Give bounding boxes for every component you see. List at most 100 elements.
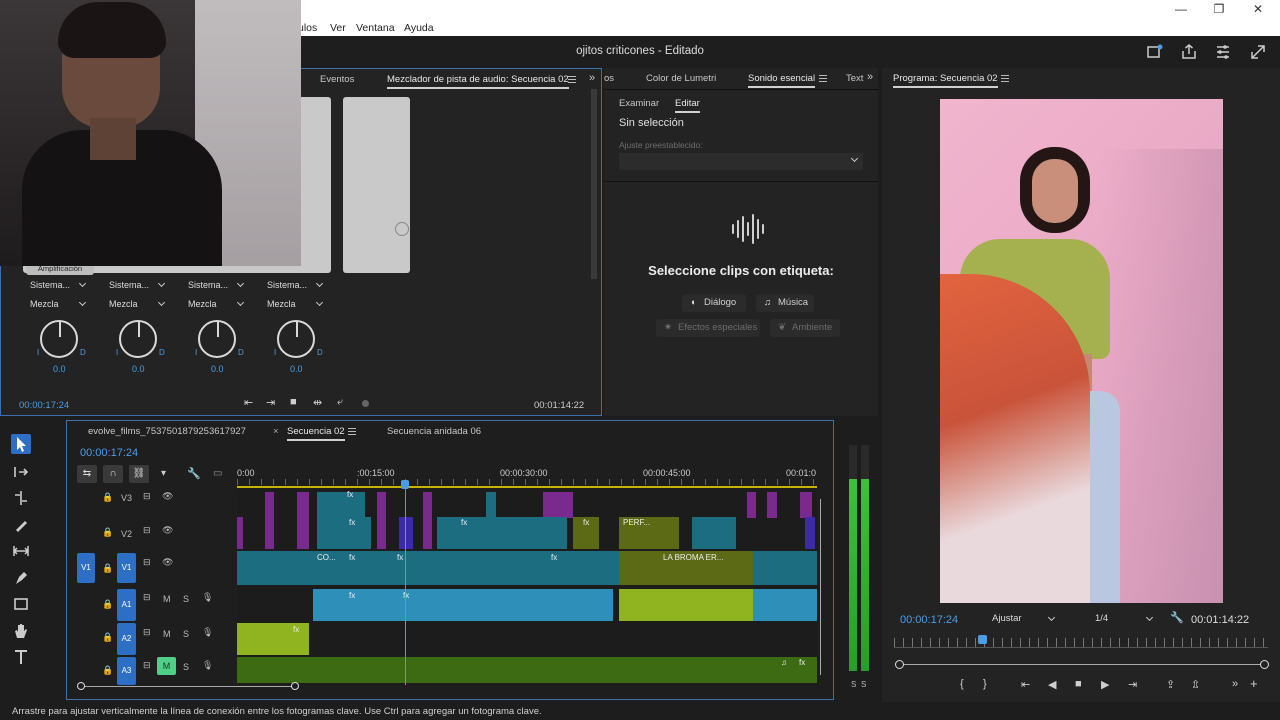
mark-out-button[interactable]: } (983, 678, 987, 690)
dialogue-button[interactable]: ◖ Diálogo (682, 294, 746, 312)
captions-icon[interactable]: ▭ (213, 468, 222, 479)
clip-v3[interactable] (297, 492, 309, 518)
track-select-tool-icon[interactable] (11, 462, 31, 482)
tab-lumetri-color[interactable]: Color de Lumetri (646, 73, 716, 84)
panel-menu-icon[interactable] (568, 76, 576, 83)
timeline-settings-icon[interactable]: 🔧 (187, 467, 201, 480)
mixer-master-fader[interactable] (343, 97, 410, 273)
mark-in-button[interactable]: { (960, 678, 964, 690)
track-name-a1[interactable]: A1 (117, 589, 136, 621)
timeline-playhead-line[interactable] (405, 489, 406, 685)
mute-button-active[interactable]: M (157, 657, 176, 675)
menu-item-window[interactable]: Ventana (356, 22, 395, 34)
share-export-icon[interactable] (1180, 43, 1198, 61)
tab-sequence-evolve[interactable]: evolve_films_7537501879253617927 (88, 426, 246, 437)
record-icon[interactable] (362, 400, 369, 407)
clip-v1[interactable]: CO... fx fx fx LA BROMA ER... (237, 551, 817, 585)
vertical-scrollbar[interactable] (820, 499, 821, 675)
music-button[interactable]: ♫ Música (756, 294, 814, 312)
mute-button[interactable]: M (163, 594, 171, 604)
program-playhead[interactable] (978, 635, 987, 644)
solo-button[interactable]: S (183, 662, 189, 672)
routing-dropdown-2[interactable]: Sistema... (104, 278, 170, 292)
go-to-in-icon[interactable]: ⇤ (244, 396, 253, 409)
panel-overflow-icon[interactable]: » (867, 71, 873, 83)
hand-tool-icon[interactable] (11, 621, 31, 641)
sync-lock-icon[interactable]: ⊟ (143, 525, 151, 536)
pan-value-2[interactable]: 0.0 (132, 364, 145, 374)
sync-lock-icon[interactable]: ⊟ (143, 627, 151, 638)
program-timecode-current[interactable]: 00:00:17:24 (900, 614, 958, 626)
tab-edit[interactable]: Editar (675, 98, 700, 113)
preset-dropdown[interactable] (619, 153, 863, 170)
step-back-icon[interactable]: ◀ (1048, 678, 1056, 691)
pan-value-4[interactable]: 0.0 (290, 364, 303, 374)
pan-value-3[interactable]: 0.0 (211, 364, 224, 374)
clip-v2-perf[interactable]: PERF... (619, 517, 679, 549)
mode-dropdown-3[interactable]: Mezcla (183, 297, 249, 311)
go-to-in-icon[interactable]: ⇤ (1021, 678, 1030, 691)
tab-events[interactable]: Eventos (320, 74, 354, 85)
ripple-edit-tool-icon[interactable] (11, 488, 31, 508)
clip-v2[interactable] (237, 517, 243, 549)
eye-icon[interactable]: 👁 (162, 525, 173, 536)
record-voiceover-icon[interactable]: 🎙 (202, 627, 213, 638)
tab-sequence-02[interactable]: Secuencia 02 (287, 426, 345, 441)
clip-v3[interactable] (265, 492, 274, 518)
clip-v3[interactable] (747, 492, 756, 518)
pan-value-1[interactable]: 0.0 (53, 364, 66, 374)
extract-icon[interactable]: ⇫ (1191, 678, 1200, 691)
clip-a3-music[interactable]: ♫ fx (237, 657, 817, 683)
fit-dropdown[interactable]: Ajustar (987, 612, 1060, 626)
menu-item-view[interactable]: Ver (330, 22, 346, 34)
wrench-icon[interactable]: 🔧 (1170, 611, 1184, 624)
solo-button[interactable]: S (183, 594, 189, 604)
lock-icon[interactable]: 🔒 (102, 632, 113, 643)
panel-menu-icon[interactable] (1001, 75, 1009, 82)
timeline-tracks-area[interactable]: fx fx fx fx PERF... CO... fx fx fx LA BR… (237, 489, 817, 685)
mute-button[interactable]: M (163, 629, 171, 639)
program-zoom-bar[interactable] (899, 664, 1265, 665)
settings-sliders-icon[interactable] (1214, 43, 1232, 61)
program-time-ruler[interactable] (894, 638, 1268, 648)
play-in-out-icon[interactable]: ⇹ (313, 396, 322, 409)
clip-a1-green[interactable] (619, 589, 753, 621)
clip-v2[interactable] (805, 517, 815, 549)
mode-dropdown-2[interactable]: Mezcla (104, 297, 170, 311)
clip-v2[interactable] (423, 517, 432, 549)
pan-knob-1[interactable] (40, 320, 78, 358)
pan-knob-3[interactable] (198, 320, 236, 358)
go-to-out-icon[interactable]: ⇥ (266, 396, 275, 409)
nest-toggle-icon[interactable]: ⇆ (77, 465, 97, 483)
loop-icon[interactable]: ⤶ (337, 396, 343, 409)
clip-v3[interactable] (767, 492, 777, 518)
tab-essential-sound[interactable]: Sonido esencial (748, 73, 816, 88)
add-button-icon[interactable]: + (1250, 676, 1258, 691)
close-window-icon[interactable]: ✕ (1243, 2, 1273, 18)
more-controls-icon[interactable]: » (1232, 678, 1238, 690)
tab-audio-track-mixer[interactable]: Mezclador de pista de audio: Secuencia 0… (387, 74, 569, 89)
solo-button[interactable]: S (183, 629, 189, 639)
clip-v2[interactable]: fx (317, 517, 371, 549)
lock-icon[interactable]: 🔒 (102, 665, 113, 676)
eye-icon[interactable]: 👁 (162, 557, 173, 568)
lock-icon[interactable]: 🔒 (102, 492, 113, 503)
sync-lock-icon[interactable]: ⊟ (143, 557, 151, 568)
pan-knob-4[interactable] (277, 320, 315, 358)
close-tab-icon[interactable]: × (273, 426, 279, 437)
clip-a1[interactable]: fx fx (313, 589, 613, 621)
clip-a1[interactable] (753, 589, 817, 621)
clip-v3[interactable] (543, 492, 573, 518)
clip-v3[interactable] (377, 492, 386, 518)
linked-selection-icon[interactable]: ⛓ (129, 465, 149, 483)
lock-icon[interactable]: 🔒 (102, 599, 113, 610)
sync-lock-icon[interactable]: ⊟ (143, 592, 151, 603)
track-name-a2[interactable]: A2 (117, 623, 136, 655)
lift-icon[interactable]: ⇪ (1166, 678, 1175, 691)
horizontal-scrollbar[interactable] (81, 686, 295, 687)
record-voiceover-icon[interactable]: 🎙 (202, 660, 213, 671)
razor-tool-icon[interactable] (11, 515, 31, 535)
timeline-playhead-handle[interactable] (401, 480, 409, 489)
mode-dropdown-1[interactable]: Mezcla (25, 297, 91, 311)
rectangle-tool-icon[interactable] (11, 594, 31, 614)
